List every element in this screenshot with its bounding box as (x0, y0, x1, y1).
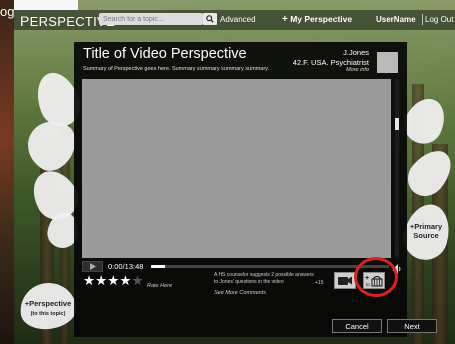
search-input[interactable] (99, 13, 203, 25)
next-button[interactable]: Next (387, 319, 437, 333)
author-name[interactable]: J.Jones (293, 48, 369, 58)
author-info: J.Jones 42.F. USA. Psychiatrist (293, 48, 369, 67)
see-more-comments-link[interactable]: See More Comments (214, 290, 266, 296)
more-info-link[interactable]: More info (346, 67, 369, 73)
add-primary-source-label[interactable]: +Primary Source (404, 222, 448, 240)
logo-initial: P (20, 13, 30, 29)
background-window-text: og (0, 4, 15, 19)
my-perspective-label: My Perspective (287, 14, 353, 24)
author-avatar[interactable] (377, 52, 398, 73)
search-button[interactable] (203, 13, 217, 25)
video-player[interactable] (82, 79, 391, 258)
star-filled-icon[interactable]: ★ (107, 274, 119, 288)
add-perspective-label[interactable]: +Perspective (to this topic) (20, 299, 76, 319)
play-icon (89, 263, 96, 270)
scrollbar-thumb[interactable] (395, 118, 399, 130)
add-primary-source-text-2: Source (413, 231, 439, 240)
nav-divider (422, 14, 423, 25)
my-perspective-link[interactable]: + My Perspective (282, 14, 352, 25)
author-details: 42.F. USA. Psychiatrist (292, 57, 369, 67)
perspective-summary: Summary of Perspective goes here. Summar… (83, 66, 270, 72)
logout-link[interactable]: Log Out (425, 15, 453, 24)
add-perspective-subtext: (to this topic) (30, 311, 66, 317)
scrollbar-track[interactable] (395, 79, 399, 258)
add-perspective-text: +Perspective (24, 299, 72, 308)
background-window-edge: og (0, 0, 14, 344)
perspective-modal: Title of Video Perspective Summary of Pe… (74, 42, 437, 337)
star-filled-icon[interactable]: ★ (119, 274, 131, 288)
play-button[interactable] (82, 261, 103, 272)
perspective-title: Title of Video Perspective (83, 46, 247, 62)
rate-here-label[interactable]: Rate Here (147, 283, 172, 289)
star-empty-icon[interactable]: ★ (131, 274, 143, 288)
star-rating[interactable]: ★ ★ ★ ★ ★ (83, 274, 144, 288)
search-icon (206, 15, 214, 23)
comment-count: +15 (315, 280, 324, 286)
cancel-button[interactable]: Cancel (332, 319, 382, 333)
top-comment: A HS counselor suggests 2 possible answe… (214, 272, 314, 285)
video-progress-fill (151, 265, 165, 268)
camera-icon (338, 276, 352, 285)
advanced-search-link[interactable]: Advanced (220, 15, 256, 24)
record-response-button[interactable] (334, 272, 356, 289)
video-progress-bar[interactable] (151, 265, 389, 268)
add-primary-source-text-1: +Primary (409, 222, 443, 231)
username-link[interactable]: UserName (376, 15, 416, 24)
highlight-annotation-circle (354, 257, 398, 297)
star-filled-icon[interactable]: ★ (95, 274, 107, 288)
top-navigation-bar: PERSPECTIVE Advanced + My Perspective Us… (14, 10, 455, 30)
video-time: 0:00/13:48 (108, 262, 144, 271)
star-filled-icon[interactable]: ★ (83, 274, 95, 288)
